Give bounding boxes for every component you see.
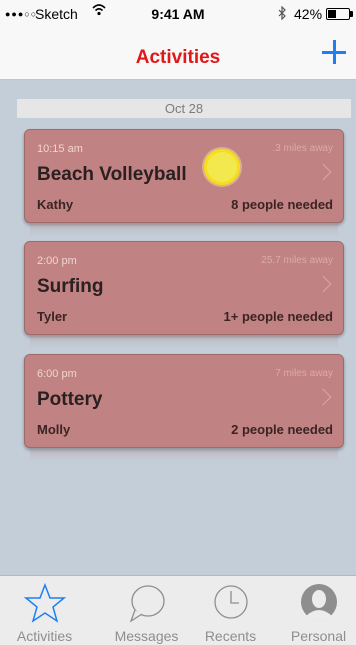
- battery-percentage: 42%: [294, 6, 323, 22]
- add-activity-button[interactable]: [318, 36, 352, 70]
- touch-indicator: [204, 149, 240, 185]
- clock-icon: [214, 585, 248, 619]
- activity-distance: .3 miles away: [272, 143, 333, 154]
- activity-distance: 7 miles away: [275, 368, 333, 379]
- page-title: Activities: [135, 47, 221, 68]
- navigation-header: ●●●○○ Sketch 9:41 AM 42% Activities: [0, 0, 356, 80]
- tab-label: Recents: [204, 628, 257, 644]
- activity-time: 6:00 pm: [37, 368, 77, 380]
- tab-activities[interactable]: Activities: [0, 576, 89, 645]
- card-reflection: [30, 224, 338, 236]
- tab-messages[interactable]: Messages: [102, 576, 191, 645]
- plus-icon-vertical: [333, 40, 336, 64]
- activity-organizer: Molly: [37, 422, 71, 437]
- people-needed: 2 people needed: [231, 422, 333, 437]
- tab-personal[interactable]: Personal: [274, 576, 356, 645]
- activity-title: Beach Volleyball: [37, 164, 187, 185]
- battery-icon: [326, 8, 350, 20]
- tab-recents[interactable]: Recents: [186, 576, 275, 645]
- battery-fill: [328, 10, 337, 18]
- activity-title: Pottery: [37, 389, 103, 410]
- date-section-header: Oct 28: [17, 99, 351, 118]
- speech-bubble-icon: [129, 585, 165, 623]
- chevron-right-icon: [314, 163, 332, 181]
- status-bar: ●●●○○ Sketch 9:41 AM 42%: [0, 0, 356, 30]
- tab-label: Activities: [16, 628, 73, 644]
- activity-organizer: Tyler: [37, 309, 68, 324]
- card-reflection: [30, 449, 338, 461]
- tab-label: Messages: [114, 628, 179, 644]
- activity-title: Surfing: [37, 276, 104, 297]
- chevron-right-icon: [314, 275, 332, 293]
- chevron-right-icon: [314, 388, 332, 406]
- people-needed: 8 people needed: [231, 197, 333, 212]
- activity-organizer: Kathy: [37, 197, 74, 212]
- person-icon: [301, 584, 337, 620]
- activity-card[interactable]: 6:00 pm 7 miles away Pottery Molly 2 peo…: [24, 354, 344, 448]
- bluetooth-icon: [278, 5, 287, 23]
- activity-card[interactable]: 10:15 am .3 miles away Beach Volleyball …: [24, 129, 344, 223]
- card-reflection: [30, 336, 338, 348]
- people-needed: 1+ people needed: [223, 309, 333, 324]
- activity-time: 2:00 pm: [37, 255, 77, 267]
- activity-card[interactable]: 2:00 pm 25.7 miles away Surfing Tyler 1+…: [24, 241, 344, 335]
- battery-cap: [350, 11, 353, 17]
- star-icon: [24, 582, 66, 623]
- activity-time: 10:15 am: [37, 143, 83, 155]
- activity-distance: 25.7 miles away: [261, 255, 333, 266]
- tab-label: Personal: [290, 628, 347, 644]
- tab-bar: Activities Messages Recents Personal: [0, 575, 356, 645]
